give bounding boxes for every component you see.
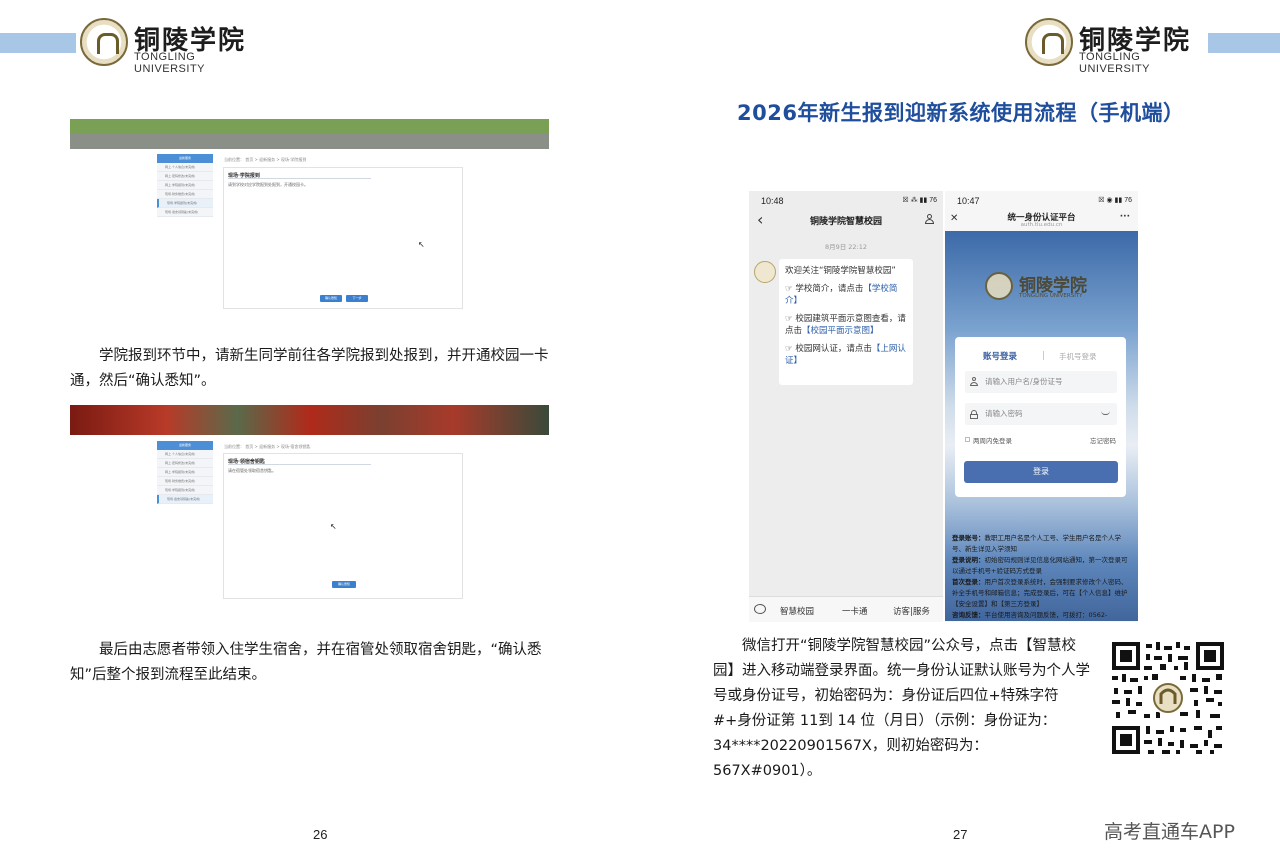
note-first-login: 首次登录：用户首次登录系统时，会强制要求修改个人密码、补全手机号和邮箱信息；完成… <box>952 578 1128 608</box>
university-seal-icon <box>80 18 128 66</box>
phone-screenshot-wechat: 10:48 ☒ ⁂ ▮▮ 76 ‹ 铜陵学院智慧校园 8月9日 22:12 欢迎… <box>749 191 943 622</box>
confirm-button[interactable]: 确认悉知 <box>320 295 342 302</box>
panel-text: 请在宿管处领取宿舍钥匙。 <box>228 468 276 473</box>
page-number-left: 26 <box>313 827 328 842</box>
intro-item: ☞ 学校简介，请点击【学校简介】 <box>785 283 907 307</box>
page-number-right: 27 <box>953 827 968 842</box>
note-login: 登录说明：初始密码规则详见信息化网站通知，第一次登录可以通过手机号+验证码方式登… <box>952 556 1128 575</box>
chat-title: 铜陵学院智慧校园 <box>809 217 882 227</box>
forgot-password-link[interactable]: 忘记密码 <box>1090 435 1116 445</box>
tab-account-login[interactable]: 账号登录 <box>983 350 1017 362</box>
breadcrumb: 当前位置： 首页 > 迎新服务 > 现场·宿舍领钥匙 <box>224 444 311 449</box>
username-input[interactable]: 请输入用户名/身份证号 <box>965 371 1117 393</box>
next-button[interactable]: 下一步 <box>346 295 368 302</box>
campus-map-link[interactable]: 【校园平面示意图】 <box>802 326 879 336</box>
remember-checkbox[interactable] <box>965 437 970 442</box>
left-header-bar <box>0 33 76 53</box>
tab-campus-card[interactable]: 一卡通 <box>842 605 868 617</box>
sidebar-menu: 迎新服务 网上·个人信息(未完成) 网上·密码修改(未完成) 网上·学院报到(未… <box>157 154 213 217</box>
panel-divider <box>228 464 371 465</box>
status-bar: 10:48 ☒ ⁂ ▮▮ 76 <box>749 191 943 209</box>
status-time: 10:48 <box>761 196 784 206</box>
login-logo-en: TONGLING UNIVERSITY <box>1019 293 1083 299</box>
network-item: ☞ 校园网认证，请点击【上网认证】 <box>785 343 907 367</box>
sidebar-item[interactable]: 现场·财务缴费(未完成) <box>157 190 213 199</box>
note-account: 登录账号：教职工用户名是个人工号、学生用户名是个人学号、新生详见入学须知 <box>952 534 1121 553</box>
sidebar-item[interactable]: 网上·个人信息(未完成) <box>157 450 213 459</box>
sidebar-item-active[interactable]: 现场·学院报到(未完成) <box>157 199 213 208</box>
welcome-text: 欢迎关注“铜陵学院智慧校园” <box>785 266 896 276</box>
screenshot-dorm-key: 迎新服务 网上·个人信息(未完成) 网上·密码修改(未完成) 网上·学院报到(未… <box>70 405 549 603</box>
account-avatar[interactable] <box>754 261 776 283</box>
sidebar-title: 迎新服务 <box>157 154 213 163</box>
profile-icon[interactable] <box>925 214 934 224</box>
tab-visitor-service[interactable]: 访客|服务 <box>893 605 930 617</box>
note-feedback: 咨询反馈：平台使用咨询及问题反馈，可拨打：0562- <box>952 611 1108 619</box>
welcome-message-bubble: 欢迎关注“铜陵学院智慧校园” ☞ 学校简介，请点击【学校简介】 ☞ 校园建筑平面… <box>779 259 913 385</box>
paragraph-college-report: 学院报到环节中，请新生同学前往各学院报到处报到，并开通校园一卡通，然后“确认悉知… <box>70 348 549 389</box>
right-header-bar <box>1208 33 1280 53</box>
mouse-cursor-icon: ↖ <box>330 522 337 531</box>
login-card: 账号登录 手机号登录 请输入用户名/身份证号 请输入密码 两周内免登录 忘记密码… <box>955 337 1126 497</box>
left-university-logo: 铜陵学院 TONGLING UNIVERSITY <box>80 18 258 75</box>
more-icon[interactable]: ··· <box>1120 212 1130 222</box>
watermark-text: 高考直通车APP <box>1104 821 1235 843</box>
sidebar-item[interactable]: 网上·密码修改(未完成) <box>157 459 213 468</box>
logo-english-name: TONGLING UNIVERSITY <box>1079 51 1151 75</box>
phone-screenshot-login: 10:47 ☒ ◉ ▮▮ 76 ✕ 统一身份认证平台 auth.tlu.edu.… <box>945 191 1138 622</box>
qr-code-graphic <box>1110 640 1226 756</box>
map-item: ☞ 校园建筑平面示意图查看，请点击【校园平面示意图】 <box>785 313 907 337</box>
content-panel: 现场·学院报到 请到学校对应学院报到处报到，开通校园卡。 确认悉知 下一步 ↖ <box>223 167 463 309</box>
breadcrumb: 当前位置： 首页 > 迎新服务 > 现场·学院报到 <box>224 157 307 162</box>
status-icons: ☒ ◉ ▮▮ 76 <box>1098 197 1132 204</box>
sidebar-item[interactable]: 网上·学院报到(未完成) <box>157 181 213 190</box>
screenshot-college-report: 迎新服务 网上·个人信息(未完成) 网上·密码修改(未完成) 网上·学院报到(未… <box>70 119 549 314</box>
tab-smart-campus[interactable]: 智慧校园 <box>780 605 814 617</box>
login-button[interactable]: 登录 <box>964 461 1118 483</box>
sidebar-item[interactable]: 网上·个人信息(未完成) <box>157 163 213 172</box>
page-title: 2026年新生报到迎新系统使用流程（手机端） <box>737 101 1185 125</box>
status-icons: ☒ ⁂ ▮▮ 76 <box>902 197 937 204</box>
sidebar-item[interactable]: 网上·学院报到(未完成) <box>157 468 213 477</box>
sidebar-menu: 迎新服务 网上·个人信息(未完成) 网上·密码修改(未完成) 网上·学院报到(未… <box>157 441 213 504</box>
sidebar-item-active[interactable]: 现场·宿舍领钥匙(未完成) <box>157 495 213 504</box>
paragraph-login-instructions: 微信打开“铜陵学院智慧校园”公众号，点击【智慧校园】进入移动端登录界面。统一身份… <box>713 638 1090 779</box>
university-seal-icon <box>1025 18 1073 66</box>
status-time: 10:47 <box>957 196 980 206</box>
network-text: ☞ 校园网认证，请点击 <box>785 344 872 354</box>
sidebar-item[interactable]: 网上·密码修改(未完成) <box>157 172 213 181</box>
sidebar-title: 迎新服务 <box>157 441 213 450</box>
confirm-button[interactable]: 确认悉知 <box>332 581 356 588</box>
tab-divider <box>1043 351 1044 360</box>
login-page-url: auth.tlu.edu.cn <box>1020 222 1063 228</box>
panel-divider <box>228 178 371 179</box>
status-bar: 10:47 ☒ ◉ ▮▮ 76 <box>945 191 1138 209</box>
user-icon <box>970 377 978 387</box>
keyboard-icon[interactable] <box>754 604 766 614</box>
login-logo: 铜陵学院 TONGLING UNIVERSITY <box>985 269 1105 305</box>
logo-english-name: TONGLING UNIVERSITY <box>134 51 206 75</box>
remember-label: 两周内免登录 <box>973 437 1012 445</box>
qr-code <box>1110 640 1226 756</box>
login-notes: 登录账号：教职工用户名是个人工号、学生用户名是个人学号、新生详见入学须知 登录说… <box>952 533 1132 621</box>
message-date: 8月9日 22:12 <box>824 243 868 251</box>
menu-tab-bar: 智慧校园 一卡通 访客|服务 <box>749 596 943 622</box>
campus-banner-image <box>70 405 549 435</box>
intro-text: ☞ 学校简介，请点击 <box>785 284 864 294</box>
lock-icon <box>970 410 978 419</box>
tab-phone-login[interactable]: 手机号登录 <box>1059 351 1097 362</box>
password-input[interactable]: 请输入密码 <box>965 403 1117 425</box>
sidebar-item[interactable]: 现场·宿舍领钥匙(未完成) <box>157 208 213 217</box>
right-university-logo: 铜陵学院 TONGLING UNIVERSITY <box>1025 18 1203 75</box>
sidebar-item[interactable]: 现场·财务缴费(未完成) <box>157 477 213 486</box>
sidebar-item[interactable]: 现场·学院报到(未完成) <box>157 486 213 495</box>
mouse-cursor-icon: ↖ <box>418 240 425 249</box>
campus-banner-image <box>70 119 549 149</box>
university-seal-icon <box>985 272 1013 300</box>
panel-text: 请到学校对应学院报到处报到，开通校园卡。 <box>228 182 308 187</box>
content-panel: 现场·领宿舍钥匙 请在宿管处领取宿舍钥匙。 确认悉知 ↖ <box>223 453 463 599</box>
paragraph-dorm-key: 最后由志愿者带领入住学生宿舍，并在宿管处领取宿舍钥匙，“确认悉知”后整个报到流程… <box>70 642 542 683</box>
